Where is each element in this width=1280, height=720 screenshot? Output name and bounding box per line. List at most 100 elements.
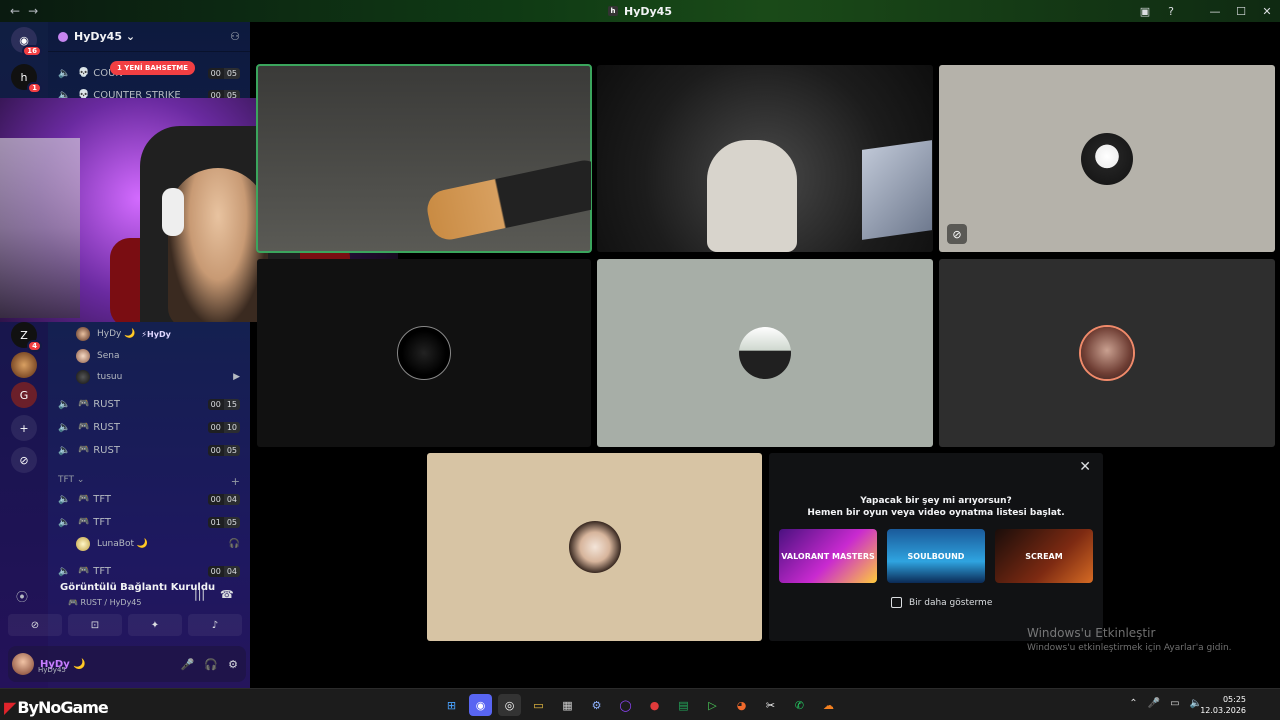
- file-explorer-icon[interactable]: ▭: [527, 694, 550, 716]
- noise-suppression-icon[interactable]: |||: [194, 588, 205, 601]
- video-tile-suit-avatar[interactable]: [597, 259, 933, 447]
- video-tile-woman-avatar[interactable]: [939, 259, 1275, 447]
- inbox-icon[interactable]: ▣: [1132, 5, 1158, 18]
- forward-arrow-icon[interactable]: →: [28, 4, 38, 18]
- dont-show-again-checkbox[interactable]: Bir daha gösterme: [891, 597, 992, 608]
- user-panel: HyDy 🌙 HyDy45 🎤 🎧 ⚙: [8, 646, 246, 682]
- settings-gear-icon[interactable]: ⚙: [228, 658, 238, 671]
- back-arrow-icon[interactable]: ←: [10, 4, 20, 18]
- camera-icon: ▶: [233, 372, 240, 382]
- speaker-icon: 🔈: [58, 565, 71, 577]
- voice-channel-rust[interactable]: 🔈 🎮 RUST 00 10: [58, 418, 240, 436]
- voice-status[interactable]: Görüntülü Bağlantı Kuruldu: [60, 582, 240, 593]
- avatar: [1081, 327, 1133, 379]
- taskbar-clock[interactable]: 05:25 12.03.2026: [1200, 694, 1246, 716]
- server-icon-avatar[interactable]: [11, 352, 37, 378]
- participant: [707, 140, 797, 252]
- windows-taskbar: ◤ ByNoGame ⊞ ◉ ◎ ▭ ▦ ⚙ ◯ ● ▤ ▷ ◕ ✂ ✆ ☁ ⌃ …: [0, 688, 1280, 720]
- new-mention-pill[interactable]: 1 YENİ BAHSETME: [110, 61, 196, 75]
- video-tile-self-avatar[interactable]: [427, 453, 762, 641]
- whatsapp-icon[interactable]: ✆: [788, 694, 811, 716]
- video-tile-dark-avatar[interactable]: [257, 259, 591, 447]
- voice-user-sena[interactable]: Sena: [76, 347, 240, 365]
- video-tile-guitar[interactable]: [256, 64, 592, 253]
- browser-app-icon[interactable]: ◎: [498, 694, 521, 716]
- avatar: [76, 327, 90, 341]
- server-icon-z[interactable]: Z 4: [11, 322, 42, 352]
- steam-icon[interactable]: ⚙: [585, 694, 608, 716]
- sheet-app-icon[interactable]: ▤: [672, 694, 695, 716]
- avatar: [739, 327, 791, 379]
- minimize-button[interactable]: —: [1202, 5, 1228, 18]
- checkbox[interactable]: [891, 597, 902, 608]
- channel-name: TFT: [93, 516, 112, 528]
- tray-mic-icon[interactable]: 🎤: [1148, 698, 1160, 709]
- server-icon-g[interactable]: G: [11, 382, 37, 408]
- voice-user-lunabot[interactable]: LunaBot 🌙 🎧: [76, 535, 240, 553]
- category-tft[interactable]: TFT ⌄ +: [58, 475, 240, 488]
- invite-people-icon[interactable]: ⚇: [230, 30, 240, 43]
- voice-user-hydy[interactable]: HyDy 🌙 ⚡HyDy: [76, 325, 240, 343]
- voice-channel-tft[interactable]: 🔈 🎮 TFT 01 05: [58, 513, 240, 531]
- signal-icon[interactable]: ⦿: [16, 588, 28, 605]
- video-tile-streamer[interactable]: [597, 65, 933, 252]
- user-count: 01 05: [207, 516, 240, 528]
- voice-location[interactable]: 🎮 RUST / HyDy45: [68, 598, 142, 607]
- streamer: [168, 168, 268, 322]
- soundboard-button[interactable]: ♪: [188, 614, 242, 636]
- video-tile-cat-avatar[interactable]: ⊘: [939, 65, 1275, 252]
- channel-name: TFT: [93, 565, 112, 577]
- tray-chevron-icon[interactable]: ⌃: [1129, 698, 1137, 709]
- channel-name: RUST: [93, 421, 120, 433]
- camera-off-icon: ⊘: [947, 224, 967, 244]
- activities-button[interactable]: ✦: [128, 614, 182, 636]
- speaker-icon: 🔈: [58, 444, 71, 456]
- voice-action-buttons: ⊘ ⊡ ✦ ♪: [8, 614, 242, 636]
- server-boost-icon: [58, 31, 68, 42]
- voice-channel-rust[interactable]: 🔈 🎮 RUST 00 05: [58, 441, 240, 459]
- record-app-icon[interactable]: ●: [643, 694, 666, 716]
- server-icon-hydy45[interactable]: h 1: [11, 64, 42, 94]
- disconnect-icon[interactable]: ☎: [220, 588, 234, 601]
- headphones: [162, 188, 184, 236]
- avatar: [76, 349, 90, 363]
- screen-share-button[interactable]: ⊡: [68, 614, 122, 636]
- start-menu-icon[interactable]: ⊞: [440, 694, 463, 716]
- guitar: [423, 156, 591, 244]
- discover-button[interactable]: ⊘: [11, 447, 37, 473]
- help-icon[interactable]: ?: [1158, 5, 1184, 18]
- server-logo-icon: h: [608, 6, 618, 16]
- close-icon[interactable]: ✕: [1079, 459, 1091, 475]
- game-list: VALORANT MASTERS SOULBOUND SCREAM: [779, 529, 1093, 583]
- game-card-valorant[interactable]: VALORANT MASTERS: [779, 529, 877, 583]
- store-icon[interactable]: ▦: [556, 694, 579, 716]
- game-card-scream[interactable]: SCREAM: [995, 529, 1093, 583]
- discord-app-icon[interactable]: ◉: [469, 694, 492, 716]
- user-count: 00 04: [207, 565, 240, 577]
- chrome-icon[interactable]: ◕: [730, 694, 753, 716]
- play-app-icon[interactable]: ▷: [701, 694, 724, 716]
- voice-channel-tft[interactable]: 🔈 🎮 TFT 00 04: [58, 490, 240, 508]
- voice-channel-rust[interactable]: 🔈 🎮 RUST 00 15: [58, 395, 240, 413]
- window-title: h HyDy45: [608, 5, 672, 18]
- avatar[interactable]: [12, 653, 34, 675]
- network-icon[interactable]: ▭: [1170, 698, 1179, 709]
- obs-icon[interactable]: ◯: [614, 694, 637, 716]
- add-server-button[interactable]: +: [11, 415, 37, 441]
- user-count: 00 10: [207, 421, 240, 433]
- direct-messages-button[interactable]: ◉ 16: [11, 27, 42, 57]
- capcut-icon[interactable]: ✂: [759, 694, 782, 716]
- headphones-icon[interactable]: 🎧: [204, 658, 218, 671]
- voice-user-tusuu[interactable]: tusuu ▶: [76, 368, 240, 386]
- cloud-app-icon[interactable]: ☁: [817, 694, 840, 716]
- close-window-button[interactable]: ✕: [1254, 5, 1280, 18]
- server-name: HyDy45 ⌄: [74, 30, 136, 43]
- channel-name: RUST: [93, 444, 120, 456]
- game-card-soulbound[interactable]: SOULBOUND: [887, 529, 985, 583]
- microphone-icon[interactable]: 🎤: [181, 658, 195, 671]
- dm-badge: 16: [22, 45, 42, 57]
- create-channel-icon[interactable]: +: [231, 475, 240, 488]
- maximize-button[interactable]: ☐: [1228, 5, 1254, 18]
- server-header[interactable]: HyDy45 ⌄ ⚇: [48, 22, 250, 52]
- camera-off-button[interactable]: ⊘: [8, 614, 62, 636]
